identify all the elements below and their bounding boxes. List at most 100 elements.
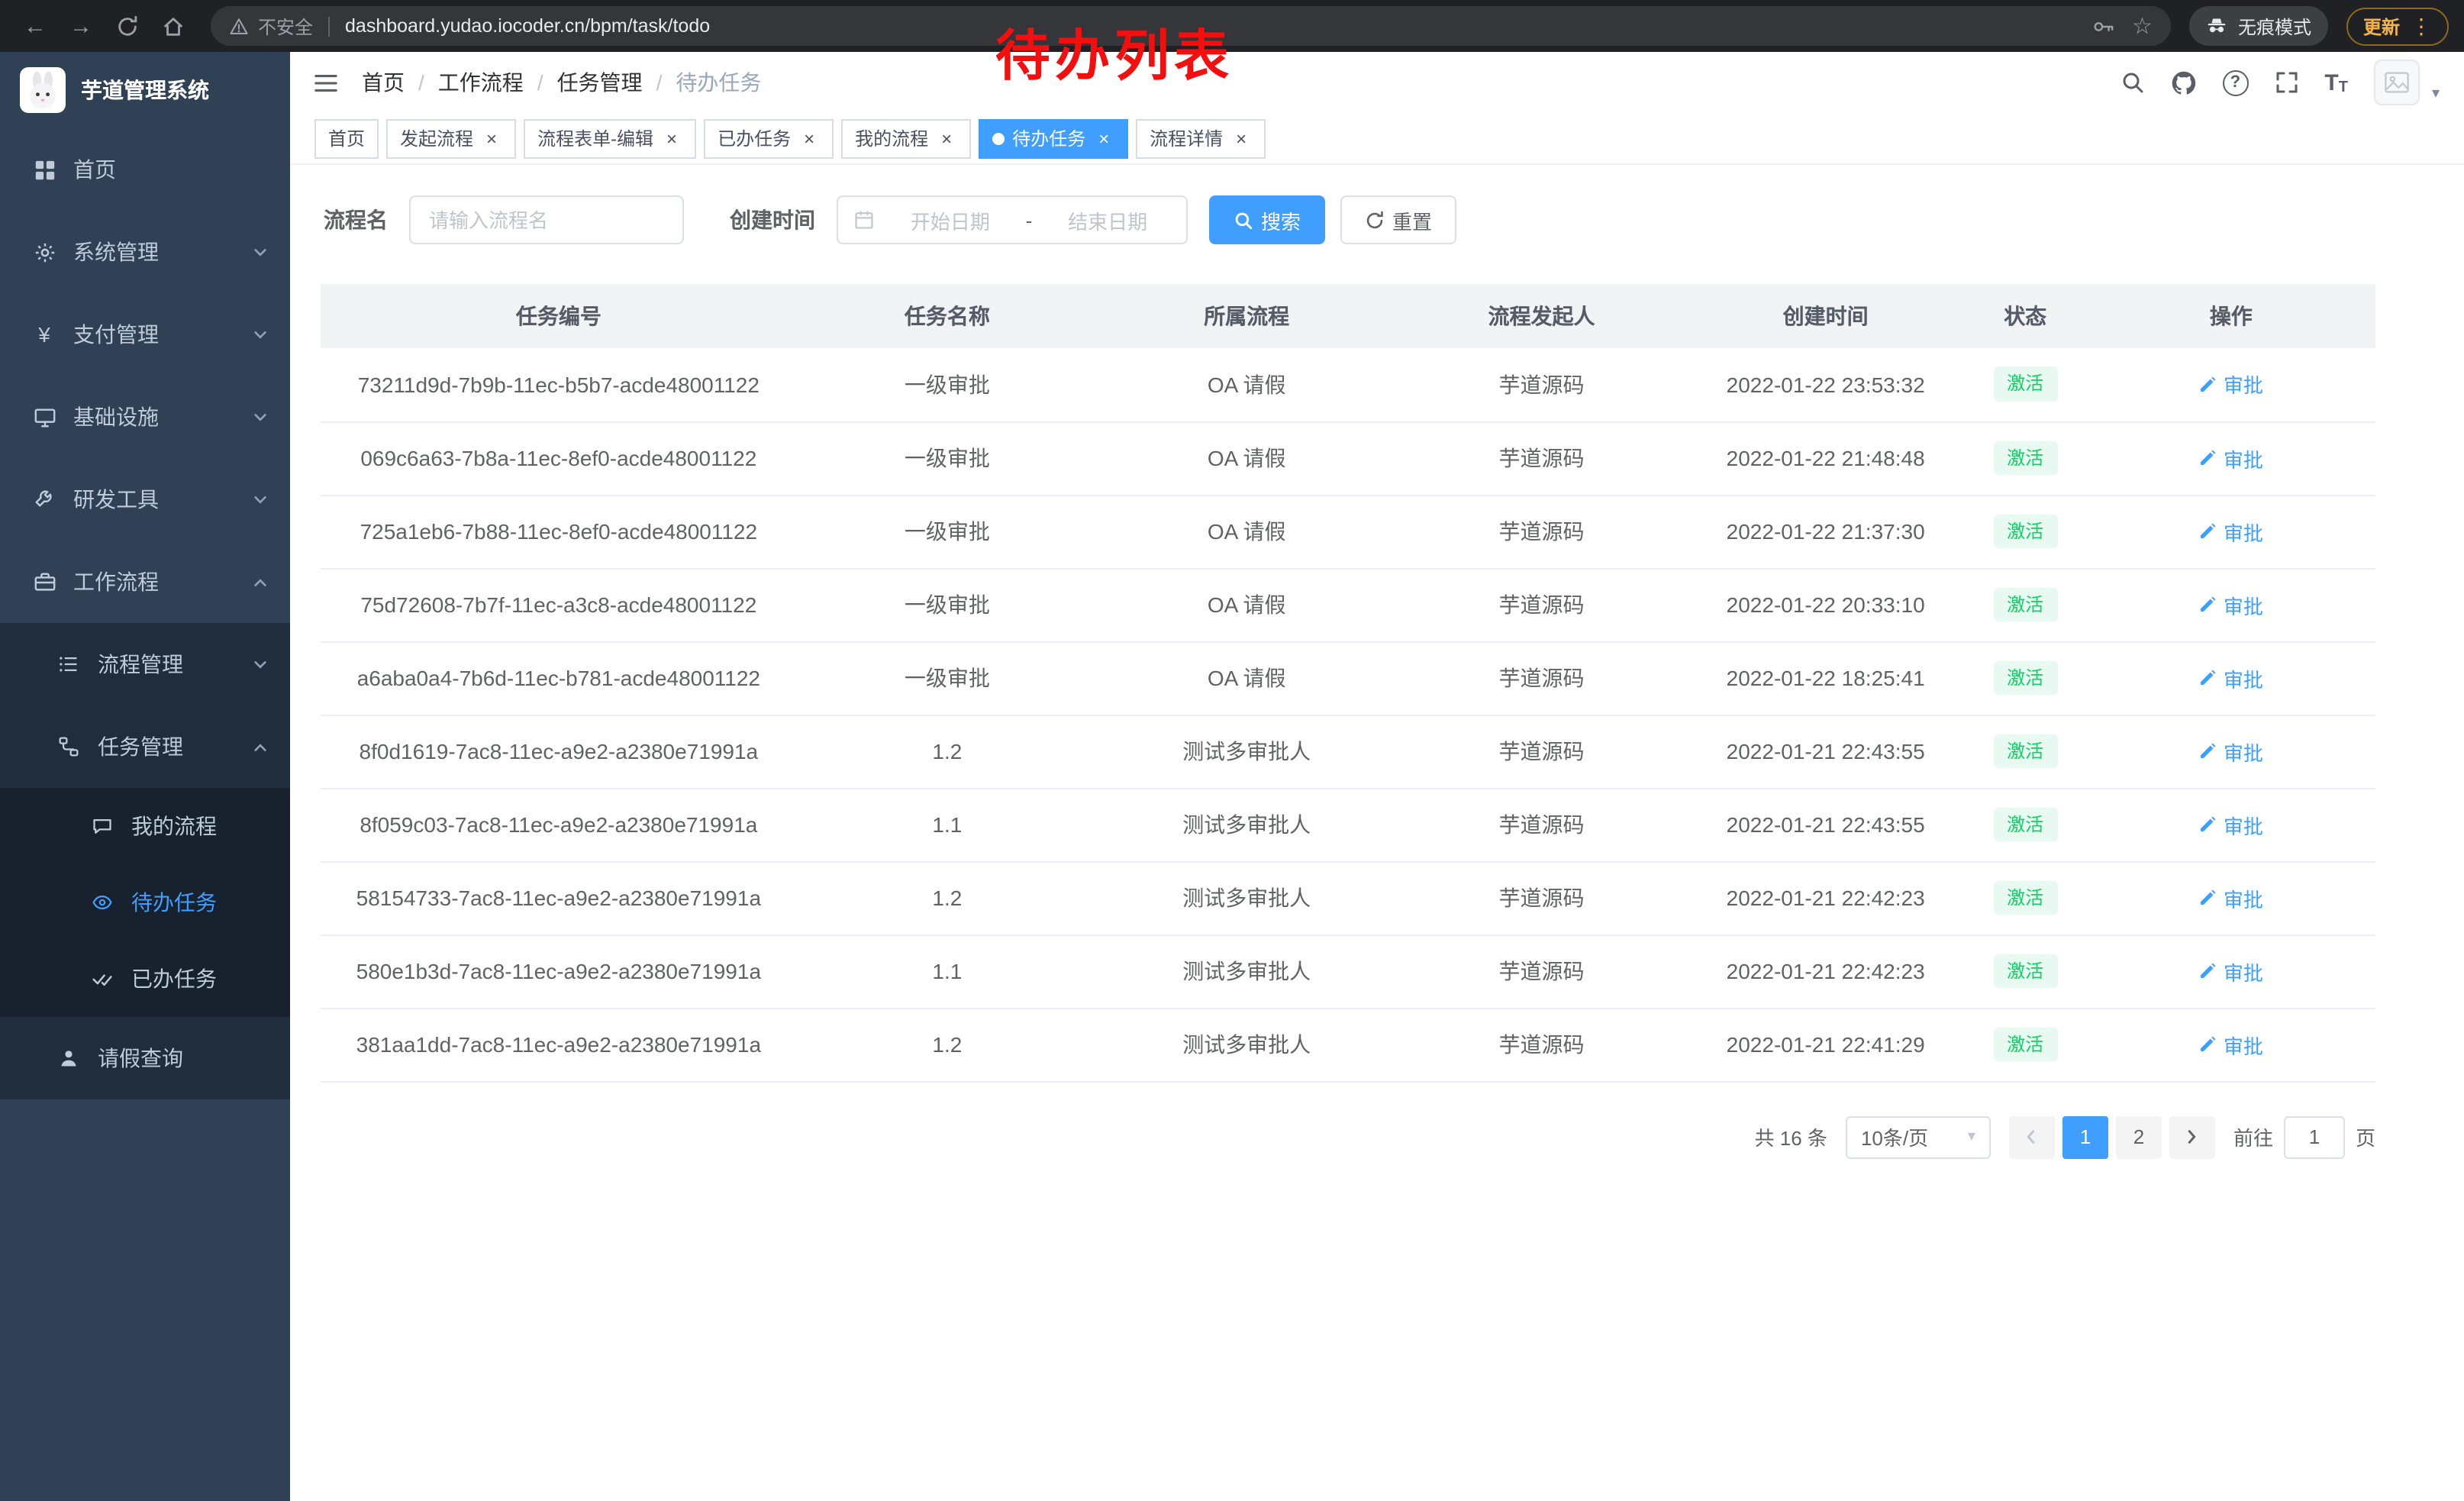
starter-cell: 芋道源码 <box>1395 568 1687 641</box>
reset-button[interactable]: 重置 <box>1340 195 1456 244</box>
status-badge: 激活 <box>1993 954 2057 989</box>
sidebar-item-process-mgmt[interactable]: 流程管理 <box>0 623 290 705</box>
process-cell: OA 请假 <box>1098 348 1395 421</box>
sidebar-collapse-icon[interactable] <box>313 69 339 95</box>
column-header-task-id: 任务编号 <box>321 284 797 348</box>
github-icon[interactable] <box>2170 69 2196 95</box>
sidebar-item-home[interactable]: 首页 <box>0 128 290 211</box>
tab[interactable]: 首页 × <box>314 118 379 158</box>
prev-page-button[interactable] <box>2009 1115 2055 1158</box>
sidebar-item-label: 待办任务 <box>131 887 217 918</box>
tab[interactable]: 已办任务 × <box>704 118 834 158</box>
browser-update-button[interactable]: 更新 ⋮ <box>2346 7 2449 45</box>
browser-reload-icon[interactable] <box>107 6 147 46</box>
browser-home-icon[interactable] <box>153 6 192 46</box>
yen-icon: ¥ <box>31 322 58 347</box>
tab-close-icon[interactable]: × <box>1093 128 1114 149</box>
approve-button[interactable]: 审批 <box>2199 883 2263 912</box>
tab[interactable]: 发起流程 × <box>386 118 516 158</box>
page-number-button[interactable]: 2 <box>2116 1115 2162 1158</box>
sidebar-item-todo-task[interactable]: 待办任务 <box>0 864 290 941</box>
tab-close-icon[interactable]: × <box>1230 128 1252 149</box>
status-badge: 激活 <box>1993 734 2057 769</box>
create-time-label: 创建时间 <box>730 205 815 235</box>
sidebar-logo[interactable]: 芋道管理系统 <box>0 52 290 128</box>
starter-cell: 芋道源码 <box>1395 348 1687 421</box>
browser-forward-icon[interactable]: → <box>61 6 101 46</box>
approve-button[interactable]: 审批 <box>2199 663 2263 692</box>
tab-close-icon[interactable]: × <box>481 128 502 149</box>
search-icon[interactable] <box>2120 70 2144 95</box>
sidebar-item-payment-mgmt[interactable]: ¥ 支付管理 <box>0 293 290 376</box>
goto-label: 前往 <box>2233 1122 2273 1151</box>
address-bar[interactable]: 不安全 dashboard.yudao.iocoder.cn/bpm/task/… <box>211 6 2171 46</box>
font-size-icon[interactable]: TT <box>2324 69 2348 95</box>
sidebar-item-my-process[interactable]: 我的流程 <box>0 788 290 864</box>
breadcrumb-task-mgmt[interactable]: 任务管理 <box>557 67 643 98</box>
chevron-down-icon <box>252 244 269 260</box>
sidebar-item-label: 我的流程 <box>131 811 217 841</box>
process-name-input[interactable] <box>409 195 684 244</box>
tab[interactable]: 流程表单-编辑 × <box>524 118 696 158</box>
browser-menu-icon[interactable]: ⋮ <box>2411 13 2432 39</box>
create-time-cell: 2022-01-22 21:48:48 <box>1688 421 1964 495</box>
tab[interactable]: 流程详情 × <box>1136 118 1266 158</box>
starter-cell: 芋道源码 <box>1395 788 1687 861</box>
status-cell: 激活 <box>1964 934 2087 1008</box>
sidebar-item-done-task[interactable]: 已办任务 <box>0 941 290 1017</box>
breadcrumb-workflow[interactable]: 工作流程 <box>438 67 524 98</box>
sidebar-item-dev-tools[interactable]: 研发工具 <box>0 458 290 541</box>
browser-back-icon[interactable]: ← <box>15 6 55 46</box>
sidebar-item-task-mgmt[interactable]: 任务管理 <box>0 705 290 788</box>
tab-close-icon[interactable]: × <box>798 128 820 149</box>
create-time-cell: 2022-01-21 22:42:23 <box>1688 934 1964 1008</box>
security-label: 不安全 <box>258 13 313 39</box>
create-time-cell: 2022-01-22 21:37:30 <box>1688 495 1964 568</box>
task-name-cell: 一级审批 <box>797 348 1098 421</box>
tab[interactable]: 待办任务 × <box>979 118 1128 158</box>
avatar-caret-icon[interactable]: ▾ <box>2432 86 2440 102</box>
starter-cell: 芋道源码 <box>1395 934 1687 1008</box>
help-icon[interactable]: ? <box>2222 69 2248 95</box>
page-size-select[interactable]: 10条/页 ▾ <box>1846 1115 1991 1158</box>
status-badge: 激活 <box>1993 587 2057 622</box>
task-id-cell: 73211d9d-7b9b-11ec-b5b7-acde48001122 <box>321 348 797 421</box>
process-name-label: 流程名 <box>324 205 388 235</box>
table-row: 725a1eb6-7b88-11ec-8ef0-acde48001122 一级审… <box>321 495 2375 568</box>
sidebar-item-system-mgmt[interactable]: 系统管理 <box>0 211 290 293</box>
tab-close-icon[interactable]: × <box>661 128 682 149</box>
sidebar-item-leave-query[interactable]: 请假查询 <box>0 1017 290 1099</box>
create-time-range-picker[interactable]: 开始日期 - 结束日期 <box>837 195 1188 244</box>
omnibox-divider <box>328 16 330 36</box>
create-time-cell: 2022-01-21 22:41:29 <box>1688 1008 1964 1081</box>
breadcrumb-home[interactable]: 首页 <box>362 67 405 98</box>
create-time-cell: 2022-01-22 18:25:41 <box>1688 641 1964 715</box>
user-avatar[interactable] <box>2374 60 2420 105</box>
approve-button[interactable]: 审批 <box>2199 370 2263 399</box>
goto-page-input[interactable] <box>2284 1115 2345 1158</box>
column-header-starter: 流程发起人 <box>1395 284 1687 348</box>
approve-button[interactable]: 审批 <box>2199 517 2263 546</box>
password-key-icon[interactable] <box>2091 15 2114 37</box>
bookmark-star-icon[interactable]: ☆ <box>2132 12 2153 40</box>
tab-close-icon[interactable]: × <box>936 128 957 149</box>
next-page-button[interactable] <box>2169 1115 2215 1158</box>
approve-button[interactable]: 审批 <box>2199 444 2263 473</box>
approve-button[interactable]: 审批 <box>2199 737 2263 766</box>
search-button[interactable]: 搜索 <box>1209 195 1325 244</box>
sidebar-item-infrastructure[interactable]: 基础设施 <box>0 376 290 458</box>
edit-pen-icon <box>2199 449 2217 467</box>
approve-button[interactable]: 审批 <box>2199 1030 2263 1059</box>
approve-button[interactable]: 审批 <box>2199 590 2263 619</box>
flow-icon <box>55 736 82 757</box>
edit-pen-icon <box>2199 669 2217 687</box>
sidebar-item-workflow[interactable]: 工作流程 <box>0 541 290 623</box>
approve-button[interactable]: 审批 <box>2199 810 2263 839</box>
approve-button[interactable]: 审批 <box>2199 957 2263 986</box>
goto-unit: 页 <box>2356 1122 2375 1151</box>
status-cell: 激活 <box>1964 641 2087 715</box>
table-row: 381aa1dd-7ac8-11ec-a9e2-a2380e71991a 1.2… <box>321 1008 2375 1081</box>
page-number-button[interactable]: 1 <box>2062 1115 2108 1158</box>
tab[interactable]: 我的流程 × <box>841 118 971 158</box>
fullscreen-icon[interactable] <box>2274 70 2298 95</box>
